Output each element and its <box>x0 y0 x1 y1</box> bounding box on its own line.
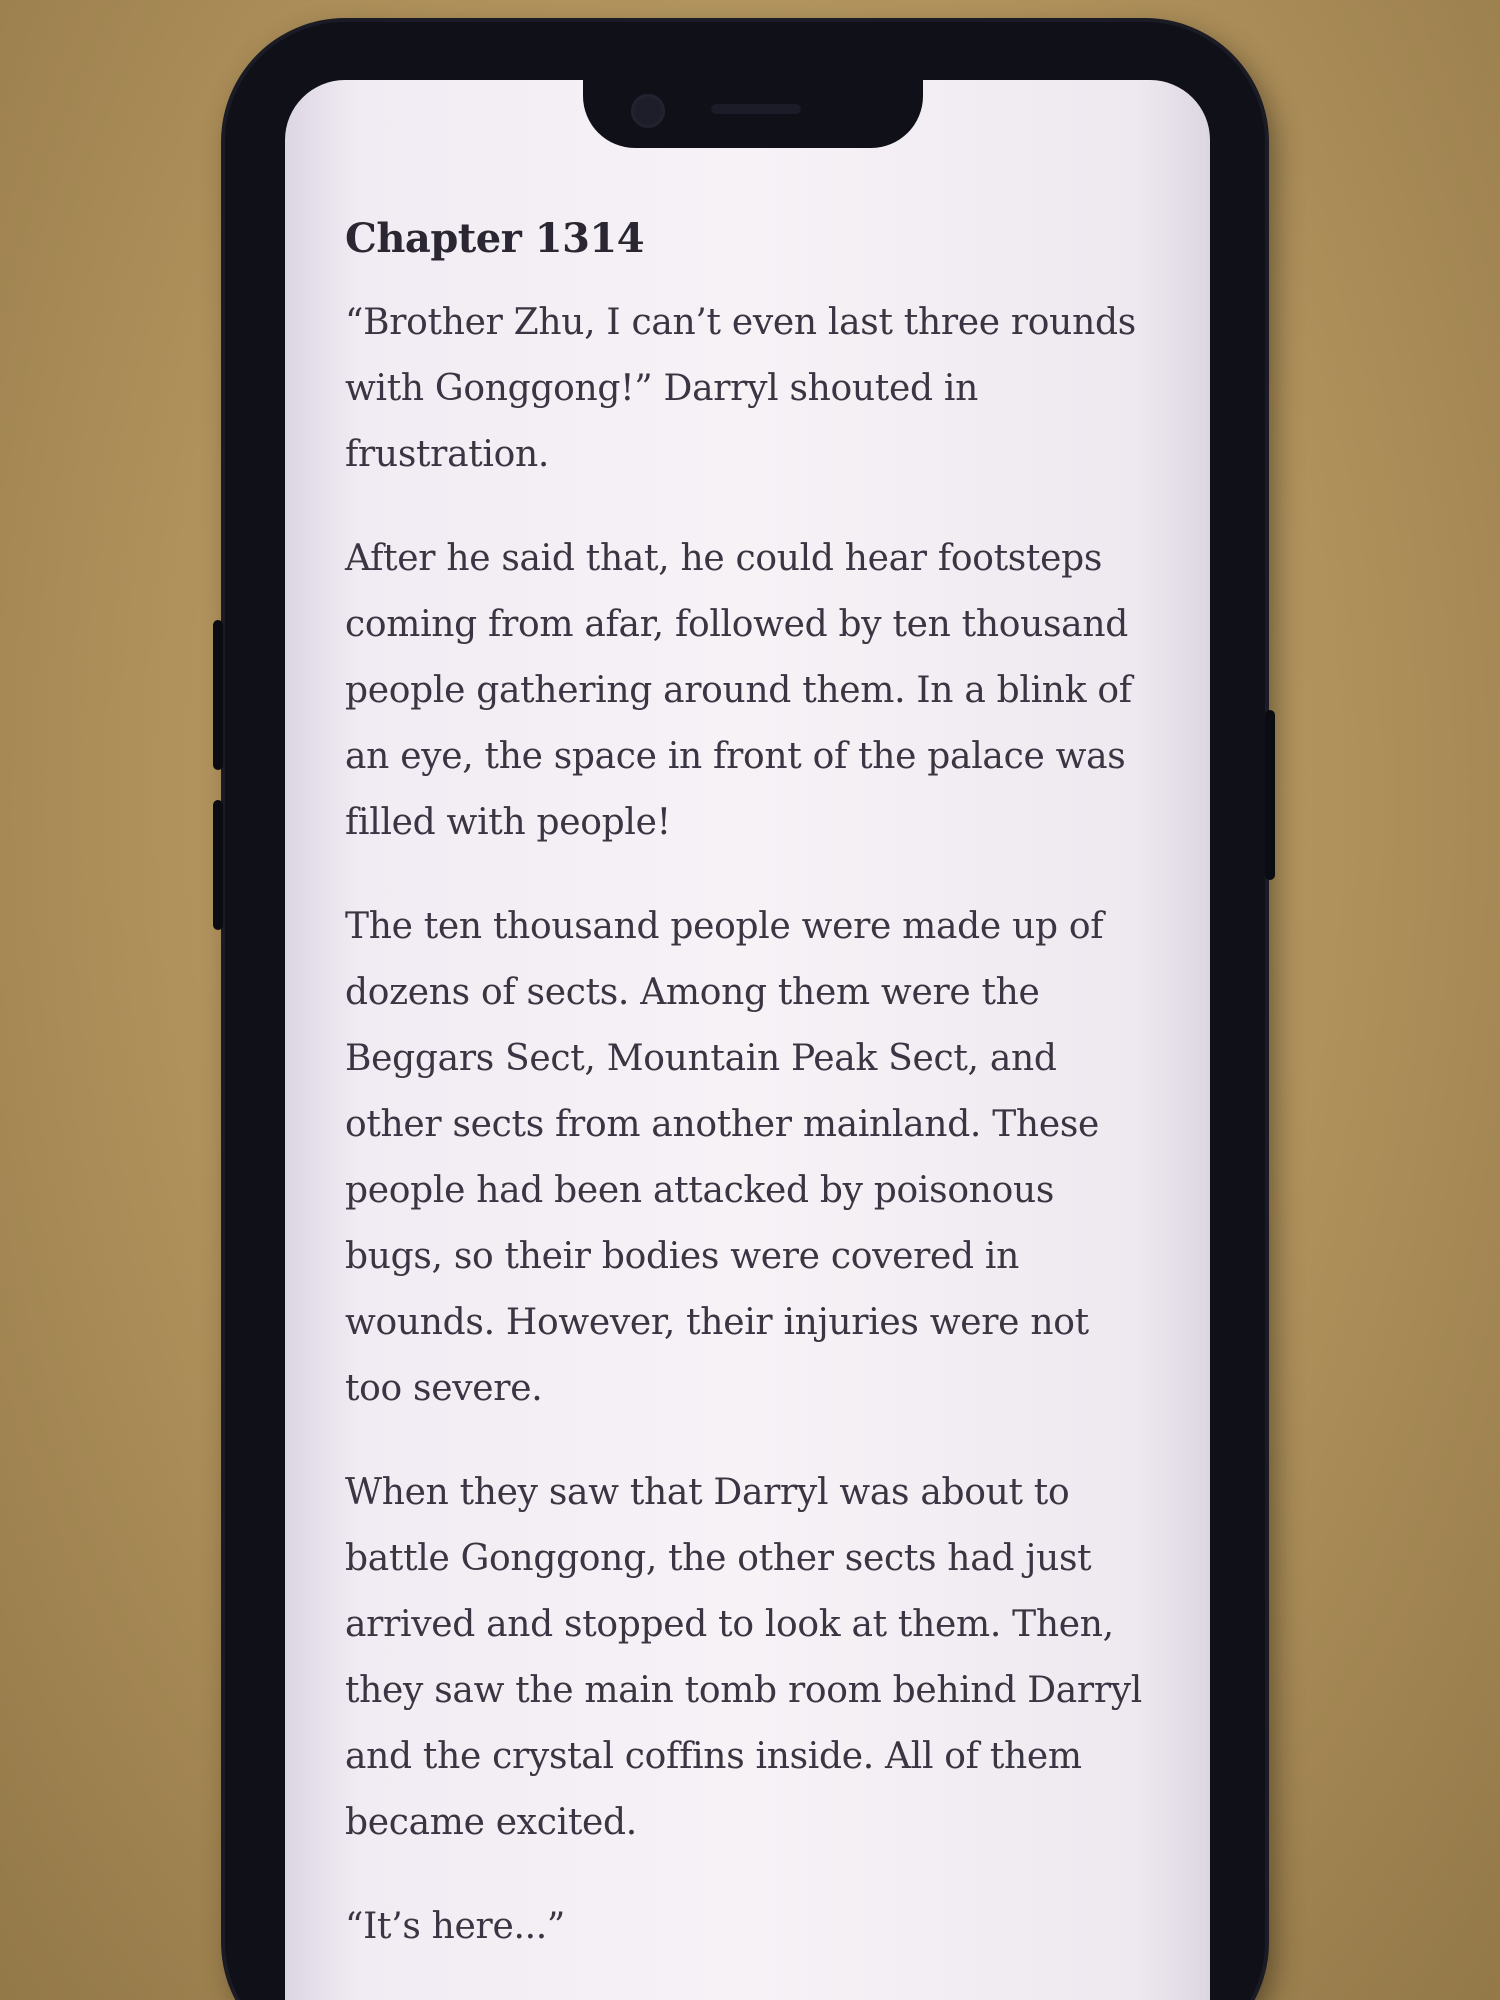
paragraph-4: When they saw that Darryl was about to b… <box>345 1472 1142 1843</box>
power-button <box>1265 710 1275 880</box>
earpiece-speaker <box>711 104 801 114</box>
screen-notch <box>583 80 923 148</box>
reader-content[interactable]: Chapter 1314 “Brother Zhu, I can’t even … <box>345 215 1145 1998</box>
front-camera-icon <box>631 94 665 128</box>
phone-screen[interactable]: Chapter 1314 “Brother Zhu, I can’t even … <box>285 80 1210 2000</box>
chapter-title: Chapter 1314 <box>345 215 645 262</box>
paragraph-5: “It’s here...” <box>345 1906 565 1947</box>
volume-up-button <box>213 620 223 770</box>
volume-down-button <box>213 800 223 930</box>
paragraph-3: The ten thousand people were made up of … <box>345 906 1104 1409</box>
paragraph-1: “Brother Zhu, I can’t even last three ro… <box>345 302 1136 475</box>
paragraph-2: After he said that, he could hear footst… <box>345 538 1132 843</box>
